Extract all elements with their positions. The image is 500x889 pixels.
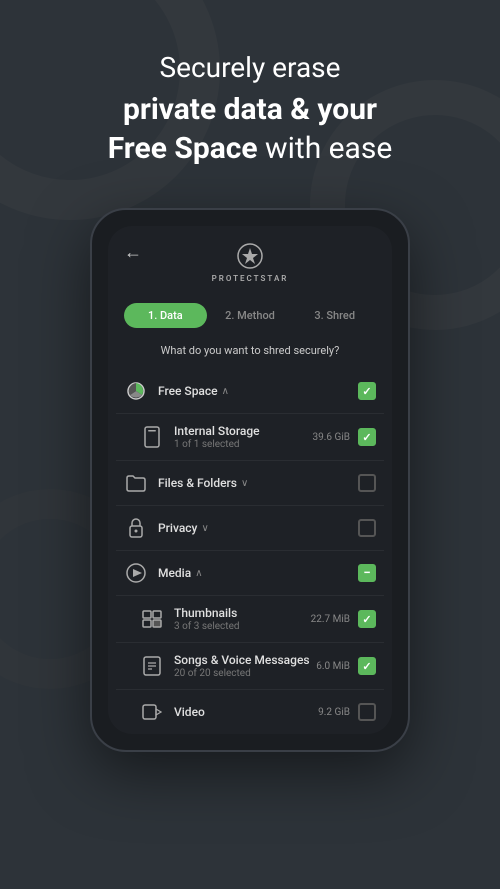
step-data[interactable]: 1. Data xyxy=(124,303,207,328)
media-title: Media ∧ xyxy=(158,566,358,580)
play-icon xyxy=(124,561,148,585)
freespace-chevron: ∧ xyxy=(222,386,229,397)
storage-content: Internal Storage 1 of 1 selected xyxy=(174,424,313,450)
privacy-chevron: ∨ xyxy=(201,523,208,534)
list-item-video[interactable]: Video 9.2 GiB xyxy=(116,690,384,734)
privacy-title: Privacy ∨ xyxy=(158,521,358,535)
list-item-privacy[interactable]: Privacy ∨ xyxy=(116,506,384,551)
header-bold-text: private data & your xyxy=(123,92,377,127)
thumbnails-size: 22.7 MiB xyxy=(311,614,350,625)
header-ease-text: with ease xyxy=(258,131,393,166)
media-content: Media ∧ xyxy=(158,566,358,580)
pie-chart-icon xyxy=(124,379,148,403)
storage-subtitle: 1 of 1 selected xyxy=(174,439,313,450)
header-line1: Securely erase xyxy=(30,50,470,86)
logo-text: PROTECTSTAR xyxy=(212,274,289,283)
back-button[interactable]: ← xyxy=(124,242,142,263)
list-item-storage[interactable]: Internal Storage 1 of 1 selected 39.6 Gi… xyxy=(116,414,384,461)
header-line2: private data & your xyxy=(30,90,470,129)
freespace-content: Free Space ∧ xyxy=(158,384,358,398)
files-checkbox[interactable] xyxy=(358,474,376,492)
freespace-checkbox[interactable]: ✓ xyxy=(358,382,376,400)
logo-area: PROTECTSTAR xyxy=(212,242,289,283)
video-checkbox[interactable] xyxy=(358,703,376,721)
thumbnail-icon xyxy=(140,607,164,631)
video-content: Video xyxy=(174,705,318,719)
songs-size: 6.0 MiB xyxy=(316,661,350,672)
songs-title: Songs & Voice Messages xyxy=(174,653,316,667)
phone-mockup: ← PROTECTSTAR 1. Data 2. Method 3. xyxy=(0,208,500,752)
freespace-title: Free Space ∧ xyxy=(158,384,358,398)
list-item-files[interactable]: Files & Folders ∨ xyxy=(116,461,384,506)
header-line3: Free Space with ease xyxy=(30,129,470,168)
list-item-thumbnails[interactable]: Thumbnails 3 of 3 selected 22.7 MiB ✓ xyxy=(116,596,384,643)
songs-checkbox[interactable]: ✓ xyxy=(358,657,376,675)
app-header: ← PROTECTSTAR xyxy=(108,226,392,291)
items-list: Free Space ∧ ✓ xyxy=(108,369,392,734)
list-item-freespace[interactable]: Free Space ∧ ✓ xyxy=(116,369,384,414)
list-item-songs[interactable]: Songs & Voice Messages 20 of 20 selected… xyxy=(116,643,384,690)
songs-subtitle: 20 of 20 selected xyxy=(174,668,316,679)
steps-bar: 1. Data 2. Method 3. Shred xyxy=(124,303,376,328)
files-chevron: ∨ xyxy=(241,478,248,489)
files-content: Files & Folders ∨ xyxy=(158,476,358,490)
phone-frame: ← PROTECTSTAR 1. Data 2. Method 3. xyxy=(90,208,410,752)
songs-content: Songs & Voice Messages 20 of 20 selected xyxy=(174,653,316,679)
media-checkbox[interactable]: − xyxy=(358,564,376,582)
files-title: Files & Folders ∨ xyxy=(158,476,358,490)
video-title: Video xyxy=(174,705,318,719)
header-freespace-bold: Free Space xyxy=(108,131,258,166)
video-size: 9.2 GiB xyxy=(318,707,350,718)
storage-title: Internal Storage xyxy=(174,424,313,438)
storage-icon xyxy=(140,425,164,449)
media-chevron: ∧ xyxy=(195,568,202,579)
storage-checkbox[interactable]: ✓ xyxy=(358,428,376,446)
list-item-media[interactable]: Media ∧ − xyxy=(116,551,384,596)
thumbnails-title: Thumbnails xyxy=(174,606,311,620)
thumbnails-content: Thumbnails 3 of 3 selected xyxy=(174,606,311,632)
step-method[interactable]: 2. Method xyxy=(209,303,292,328)
thumbnails-subtitle: 3 of 3 selected xyxy=(174,621,311,632)
header-section: Securely erase private data & your Free … xyxy=(0,0,500,188)
privacy-content: Privacy ∨ xyxy=(158,521,358,535)
lock-icon xyxy=(124,516,148,540)
logo-icon xyxy=(236,242,264,270)
folder-icon xyxy=(124,471,148,495)
phone-screen: ← PROTECTSTAR 1. Data 2. Method 3. xyxy=(108,226,392,734)
question-text: What do you want to shred securely? xyxy=(108,340,392,369)
privacy-checkbox[interactable] xyxy=(358,519,376,537)
music-icon xyxy=(140,654,164,678)
video-icon xyxy=(140,700,164,724)
step-shred[interactable]: 3. Shred xyxy=(293,303,376,328)
thumbnails-checkbox[interactable]: ✓ xyxy=(358,610,376,628)
storage-size: 39.6 GiB xyxy=(313,432,350,443)
